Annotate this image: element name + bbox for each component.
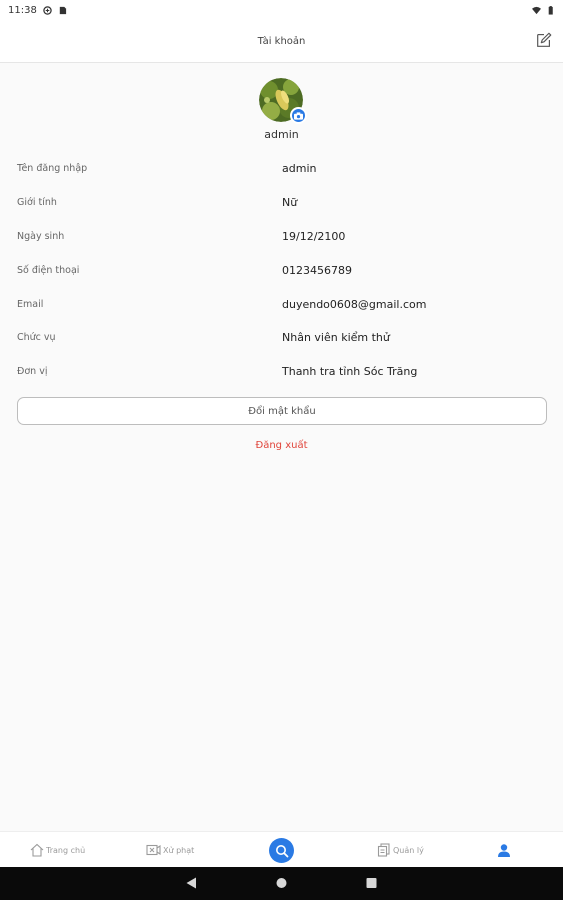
nav-item-manage[interactable]: Quản lý <box>377 832 424 868</box>
info-label: Email <box>17 298 44 310</box>
info-value: Nữ <box>282 196 298 210</box>
nav-item-search[interactable] <box>269 838 294 863</box>
info-value: Thanh tra tỉnh Sóc Trăng <box>282 365 418 379</box>
info-label: Chức vụ <box>17 332 56 344</box>
battery-icon <box>548 5 553 15</box>
info-label: Số điện thoại <box>17 264 80 276</box>
info-value: admin <box>282 162 317 176</box>
search-icon <box>275 844 288 857</box>
profile-username: admin <box>264 128 299 141</box>
nav-label: Quản lý <box>393 845 424 855</box>
nav-label: Trang chủ <box>46 845 86 855</box>
nav-item-home[interactable]: Trang chủ <box>30 832 85 868</box>
recents-icon[interactable] <box>366 877 377 889</box>
user-icon <box>498 843 510 857</box>
info-label: Ngày sinh <box>17 230 65 242</box>
camera-icon <box>293 111 303 120</box>
avatar-container[interactable] <box>258 78 307 124</box>
home-icon <box>30 843 44 857</box>
status-bar: 11:38 <box>0 0 563 20</box>
bottom-nav: Trang chủ Xử phạt Quản lý <box>0 831 563 867</box>
logout-button[interactable]: Đăng xuất <box>0 440 563 451</box>
info-label: Đơn vị <box>17 366 48 378</box>
info-value: 0123456789 <box>282 263 352 277</box>
page-title: Tài khoản <box>257 35 306 47</box>
info-row-phone: Số điện thoại 0123456789 <box>17 253 547 287</box>
info-row-birthday: Ngày sinh 19/12/2100 <box>17 220 547 254</box>
info-row-gender: Giới tính Nữ <box>17 186 547 220</box>
account-info-list: Tên đăng nhập admin Giới tính Nữ Ngày si… <box>17 152 547 389</box>
camera-badge[interactable] <box>289 107 307 124</box>
info-value: duyendo0608@gmail.com <box>282 297 427 311</box>
info-row-email: Email duyendo0608@gmail.com <box>17 287 547 321</box>
info-row-username: Tên đăng nhập admin <box>17 152 547 186</box>
nav-label: Xử phạt <box>163 845 195 855</box>
info-label: Tên đăng nhập <box>17 163 88 175</box>
status-time: 11:38 <box>8 4 37 16</box>
pencil-icon[interactable] <box>535 31 553 49</box>
app-header: Tài khoản <box>0 20 563 63</box>
info-label: Giới tính <box>17 197 57 209</box>
notification-icon <box>43 5 52 15</box>
system-nav-bar <box>0 867 563 900</box>
wifi-icon <box>532 6 541 14</box>
sim-icon <box>59 6 66 14</box>
documents-icon <box>377 843 390 857</box>
change-password-button[interactable]: Đổi mật khẩu <box>17 397 547 425</box>
nav-item-penalty[interactable]: Xử phạt <box>146 832 194 868</box>
home-circle-icon[interactable] <box>276 877 287 889</box>
info-row-unit: Đơn vị Thanh tra tỉnh Sóc Trăng <box>17 355 547 389</box>
profile-section: admin <box>0 78 563 141</box>
info-value: Nhân viên kiểm thử <box>282 331 390 345</box>
nav-item-account[interactable] <box>497 832 511 868</box>
back-icon[interactable] <box>186 877 197 889</box>
camera-sign-icon <box>146 844 161 856</box>
info-value: 19/12/2100 <box>282 229 346 243</box>
info-row-position: Chức vụ Nhân viên kiểm thử <box>17 321 547 355</box>
